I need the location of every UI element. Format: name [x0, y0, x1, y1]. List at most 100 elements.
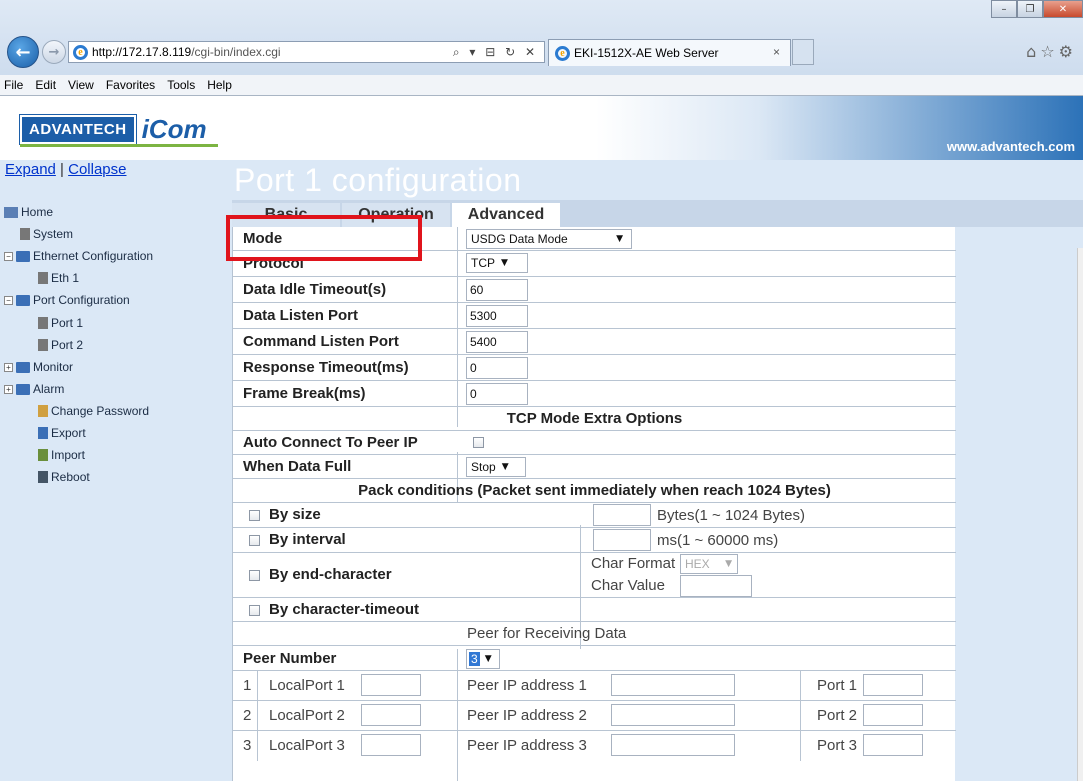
menu-file[interactable]: File: [4, 78, 23, 92]
sidebar-item-label: Eth 1: [51, 271, 80, 285]
full-row: When Data Full Stop ▼: [233, 455, 956, 479]
auto-connect-checkbox[interactable]: [473, 437, 484, 448]
peer-ip-input[interactable]: [611, 704, 735, 726]
folder-icon: [16, 361, 30, 373]
sidebar-item-eth1[interactable]: Eth 1: [38, 271, 79, 285]
collapse-toggle[interactable]: −: [4, 251, 13, 261]
local-port-input[interactable]: [361, 674, 421, 696]
cmd-port-input[interactable]: 5400: [466, 331, 528, 353]
home-icon[interactable]: ⌂: [1026, 42, 1040, 61]
maximize-button[interactable]: ❐: [1017, 0, 1043, 18]
pack-header: Pack conditions (Packet sent immediately…: [358, 482, 831, 499]
new-tab-button[interactable]: [792, 39, 814, 65]
back-button[interactable]: ←: [7, 36, 39, 68]
tab-basic[interactable]: Basic: [232, 203, 340, 227]
collapse-link[interactable]: Collapse: [68, 161, 126, 178]
chevron-down-icon: ▼: [501, 462, 509, 472]
protocol-select[interactable]: TCP ▼: [466, 253, 528, 273]
address-tools-icons[interactable]: ⌕ ▾ ⊟ ↻ ✕: [453, 45, 538, 60]
sidebar-item-label: Alarm: [33, 382, 65, 396]
menu-edit[interactable]: Edit: [35, 78, 56, 92]
frame-break-input[interactable]: 0: [466, 383, 528, 405]
close-window-button[interactable]: ✕: [1043, 0, 1083, 18]
frame-label: Frame Break(ms): [243, 385, 366, 402]
page-scrollbar[interactable]: [1077, 248, 1083, 781]
sidebar-item-system[interactable]: System: [20, 227, 73, 241]
logo-icom: iCom: [141, 114, 207, 144]
sidebar-item-change-password[interactable]: Change Password: [38, 404, 149, 418]
expand-link[interactable]: Expand: [5, 161, 56, 178]
by-timeout-checkbox[interactable]: [249, 605, 260, 616]
by-size-label: By size: [269, 506, 321, 523]
listen-port-input[interactable]: 5300: [466, 305, 528, 327]
protocol-value: TCP: [471, 256, 495, 270]
peer-port-input[interactable]: [863, 704, 923, 726]
peer-port-input[interactable]: [863, 734, 923, 756]
resp-timeout-input[interactable]: 0: [466, 357, 528, 379]
protocol-label: Protocol: [243, 255, 304, 272]
by-end-row: By end-character Char Format HEX ▼ Char V…: [233, 553, 956, 598]
gear-icon[interactable]: ⚙: [1059, 42, 1077, 61]
browser-tab[interactable]: e EKI-1512X-AE Web Server ×: [548, 39, 791, 66]
menu-help[interactable]: Help: [207, 78, 232, 92]
when-full-select[interactable]: Stop ▼: [466, 457, 526, 477]
ie-icon: e: [73, 44, 88, 60]
tab-advanced[interactable]: Advanced: [452, 203, 560, 227]
peer-ip-input[interactable]: [611, 674, 735, 696]
sidebar-item-alarm[interactable]: + Alarm: [4, 382, 64, 396]
char-value-input[interactable]: [680, 575, 752, 597]
folder-icon: [16, 383, 30, 395]
sidebar-item-ethernet-configuration[interactable]: − Ethernet Configuration: [4, 249, 153, 263]
sidebar-item-export[interactable]: Export: [38, 426, 86, 440]
address-bar[interactable]: e http://172.17.8.119/cgi-bin/index.cgi …: [68, 41, 545, 63]
advantech-logo: ADVANTECH iCom: [19, 114, 207, 145]
protocol-row: Protocol TCP ▼: [233, 251, 956, 277]
chevron-down-icon: ▼: [616, 234, 623, 244]
char-format-value: HEX: [685, 557, 710, 571]
local-port-input[interactable]: [361, 704, 421, 726]
sidebar-item-monitor[interactable]: + Monitor: [4, 360, 73, 374]
page-title: Port 1 configuration: [234, 162, 522, 198]
sidebar-item-port-configuration[interactable]: − Port Configuration: [4, 293, 130, 307]
cmd-label: Command Listen Port: [243, 333, 399, 350]
menu-favorites[interactable]: Favorites: [106, 78, 155, 92]
sidebar-item-reboot[interactable]: Reboot: [38, 470, 90, 484]
peer-number-select[interactable]: 3 ▼: [466, 649, 500, 669]
by-interval-input[interactable]: [593, 529, 651, 551]
sidebar-item-import[interactable]: Import: [38, 448, 85, 462]
sidebar-item-port2[interactable]: Port 2: [38, 338, 83, 352]
peer-port-input[interactable]: [863, 674, 923, 696]
by-timeout-row: By character-timeout: [233, 598, 956, 622]
by-size-checkbox[interactable]: [249, 510, 260, 521]
by-size-input[interactable]: [593, 504, 651, 526]
by-end-checkbox[interactable]: [249, 570, 260, 581]
forward-button[interactable]: →: [42, 40, 66, 64]
char-format-select[interactable]: HEX ▼: [680, 554, 738, 574]
minimize-button[interactable]: –: [991, 0, 1017, 18]
sidebar-item-port1[interactable]: Port 1: [38, 316, 83, 330]
by-interval-checkbox[interactable]: [249, 535, 260, 546]
char-value-label: Char Value: [591, 577, 665, 594]
menu-tools[interactable]: Tools: [167, 78, 195, 92]
mode-select[interactable]: USDG Data Mode ▼: [466, 229, 632, 249]
sidebar-item-label: Port Configuration: [33, 293, 130, 307]
expand-toggle[interactable]: +: [4, 362, 13, 372]
idle-input[interactable]: 60: [466, 279, 528, 301]
peer-port-label: Port 3: [817, 737, 858, 754]
ie-icon: e: [555, 45, 570, 61]
separator: |: [60, 161, 64, 178]
sidebar-item-label: Monitor: [33, 360, 74, 374]
peer-ip-input[interactable]: [611, 734, 735, 756]
menu-view[interactable]: View: [68, 78, 94, 92]
local-port-input[interactable]: [361, 734, 421, 756]
folder-icon: [16, 250, 30, 262]
tab-operation[interactable]: Operation: [342, 203, 450, 227]
column-divider: [257, 701, 258, 731]
idle-row: Data Idle Timeout(s) 60: [233, 277, 956, 303]
expand-toggle[interactable]: +: [4, 384, 13, 394]
collapse-toggle[interactable]: −: [4, 295, 13, 305]
sidebar-item-home[interactable]: Home: [4, 205, 53, 219]
star-icon[interactable]: ☆: [1040, 42, 1058, 61]
tab-bar: Basic Operation Advanced: [232, 200, 1083, 227]
tab-close-icon[interactable]: ×: [773, 45, 780, 59]
